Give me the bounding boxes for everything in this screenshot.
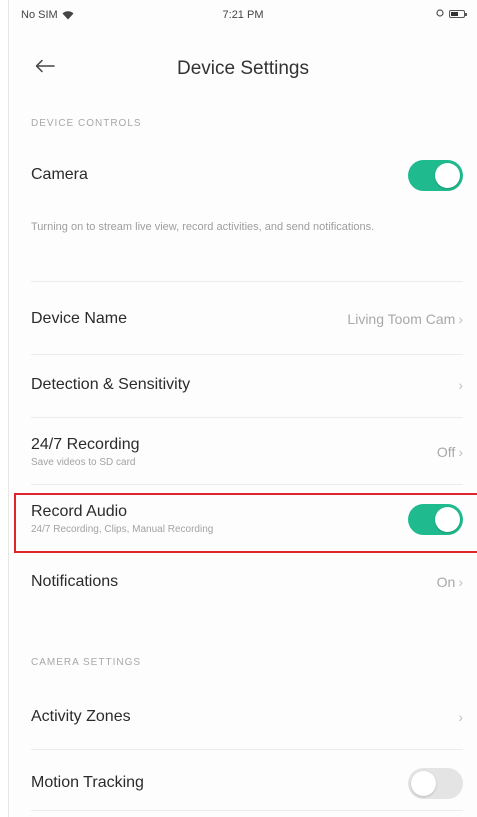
recording-text: 24/7 Recording Save videos to SD card	[31, 436, 140, 468]
toggle-knob	[411, 770, 436, 796]
detection-label: Detection & Sensitivity	[31, 376, 191, 393]
status-time: 7:21 PM	[222, 9, 264, 21]
divider	[31, 810, 463, 811]
camera-description: Turning on to stream live view, record a…	[31, 221, 375, 233]
camera-label: Camera	[31, 166, 88, 183]
motion-tracking-toggle[interactable]	[408, 767, 463, 799]
chevron-right-icon: ›	[458, 709, 463, 725]
recording-value-wrap: Off ›	[437, 444, 463, 460]
device-name-label: Device Name	[31, 310, 128, 327]
recording-label: 24/7 Recording	[31, 436, 140, 453]
recording-sub: Save videos to SD card	[31, 457, 136, 468]
chevron-right-icon: ›	[458, 574, 463, 590]
nav-bar: Device Settings	[9, 44, 477, 92]
recording-row[interactable]: 24/7 Recording Save videos to SD card Of…	[31, 432, 463, 472]
page-title: Device Settings	[176, 58, 309, 79]
notifications-value: On	[436, 574, 456, 590]
status-right	[436, 8, 467, 20]
detection-row[interactable]: Detection & Sensitivity ›	[31, 370, 463, 400]
divider	[31, 484, 463, 485]
notifications-value-wrap: On ›	[437, 574, 463, 590]
divider	[31, 417, 463, 418]
divider	[31, 281, 463, 282]
status-bar: No SIM 7:21 PM	[9, 0, 477, 30]
app-frame: No SIM 7:21 PM Device Settings DEVICE CO…	[8, 0, 477, 817]
notifications-label: Notifications	[31, 573, 119, 590]
motion-tracking-row: Motion Tracking	[31, 766, 463, 800]
divider	[31, 749, 463, 750]
divider	[31, 354, 463, 355]
device-name-value-wrap: Living Toom Cam ›	[347, 311, 463, 327]
camera-toggle[interactable]	[408, 159, 463, 191]
section-header-camera-settings: CAMERA SETTINGS	[31, 657, 142, 668]
motion-tracking-label: Motion Tracking	[31, 774, 144, 791]
battery-icon	[449, 10, 467, 18]
chevron-right-icon: ›	[458, 377, 463, 393]
activity-zones-label: Activity Zones	[31, 708, 131, 725]
section-header-device-controls: DEVICE CONTROLS	[31, 118, 142, 129]
recording-value: Off	[436, 444, 456, 460]
toggle-knob	[435, 162, 460, 188]
activity-zones-value-wrap: ›	[458, 709, 463, 725]
detection-value-wrap: ›	[458, 377, 463, 393]
device-name-value: Living Toom Cam	[347, 311, 456, 327]
location-icon	[436, 8, 444, 20]
chevron-right-icon: ›	[458, 444, 463, 460]
device-name-row[interactable]: Device Name Living Toom Cam ›	[31, 304, 463, 334]
chevron-right-icon: ›	[458, 311, 463, 327]
notifications-row[interactable]: Notifications On ›	[31, 567, 463, 597]
activity-zones-row[interactable]: Activity Zones ›	[31, 702, 463, 732]
highlight-box	[14, 493, 477, 553]
camera-row: Camera	[31, 157, 463, 193]
